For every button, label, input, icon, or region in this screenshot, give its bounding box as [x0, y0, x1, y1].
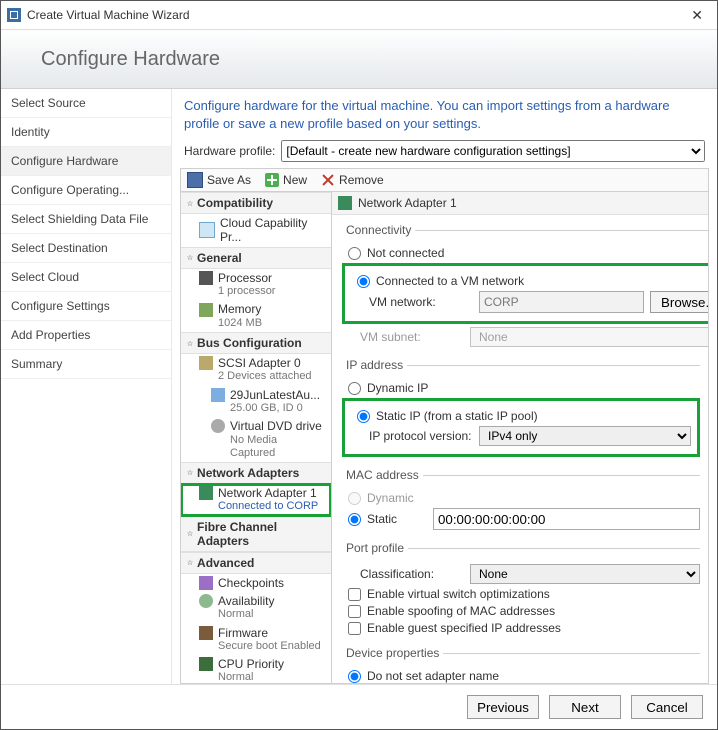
- tree-availability[interactable]: AvailabilityNormal: [181, 592, 331, 624]
- cpu-priority-icon: [199, 657, 213, 671]
- mac-field[interactable]: [433, 508, 700, 530]
- tree-checkpoints[interactable]: Checkpoints: [181, 574, 331, 592]
- detail-header: Network Adapter 1: [332, 192, 708, 215]
- vm-subnet-select: None: [470, 327, 708, 347]
- chk-vswitch-opt[interactable]: [348, 588, 361, 601]
- nic-icon: [199, 486, 213, 500]
- tree-cpu-priority[interactable]: CPU PriorityNormal: [181, 655, 331, 683]
- chk-mac-spoof[interactable]: [348, 605, 361, 618]
- section-network[interactable]: ☆Network Adapters: [181, 462, 331, 484]
- save-as-button[interactable]: Save As: [187, 172, 251, 188]
- cancel-button[interactable]: Cancel: [631, 695, 703, 719]
- app-icon: [7, 8, 21, 22]
- radio-not-connected[interactable]: [348, 247, 361, 260]
- close-icon[interactable]: ✕: [683, 5, 711, 26]
- tree-cloud-capability[interactable]: Cloud Capability Pr...: [181, 214, 331, 247]
- radio-no-adapter-name[interactable]: [348, 670, 361, 683]
- highlight-static-ip: Static IP (from a static IP pool) IP pro…: [342, 398, 700, 457]
- window-title: Create Virtual Machine Wizard: [27, 8, 190, 22]
- step-select-source[interactable]: Select Source: [1, 89, 171, 118]
- tree-scsi[interactable]: SCSI Adapter 02 Devices attached: [181, 354, 331, 386]
- firmware-icon: [199, 626, 213, 640]
- step-configure-settings[interactable]: Configure Settings: [1, 292, 171, 321]
- highlight-connected: Connected to a VM network VM network: Br…: [342, 263, 708, 324]
- step-add-properties[interactable]: Add Properties: [1, 321, 171, 350]
- chk-guest-ip[interactable]: [348, 622, 361, 635]
- section-fc[interactable]: ☆Fibre Channel Adapters: [181, 516, 331, 552]
- tree-processor[interactable]: Processor1 processor: [181, 269, 331, 301]
- dvd-icon: [211, 419, 225, 433]
- radio-static-ip[interactable]: [357, 410, 370, 423]
- radio-mac-static[interactable]: [348, 513, 361, 526]
- browse-button[interactable]: Browse...: [650, 291, 708, 313]
- section-compatibility[interactable]: ☆Compatibility: [181, 192, 331, 214]
- previous-button[interactable]: Previous: [467, 695, 539, 719]
- next-button[interactable]: Next: [549, 695, 621, 719]
- availability-icon: [199, 594, 213, 608]
- group-mac: MAC address Dynamic Static: [342, 468, 700, 533]
- nic-icon: [338, 196, 352, 210]
- steps-sidebar: Select SourceIdentityConfigure HardwareC…: [1, 89, 172, 684]
- section-advanced[interactable]: ☆Advanced: [181, 552, 331, 574]
- step-select-destination[interactable]: Select Destination: [1, 234, 171, 263]
- vm-network-field: [479, 291, 644, 313]
- checkpoint-icon: [199, 576, 213, 590]
- tree-disk[interactable]: 29JunLatestAu...25.00 GB, ID 0: [181, 386, 331, 418]
- new-button[interactable]: New: [265, 173, 307, 187]
- step-configure-hardware[interactable]: Configure Hardware: [1, 147, 171, 176]
- step-summary[interactable]: Summary: [1, 350, 171, 379]
- step-configure-operating-[interactable]: Configure Operating...: [1, 176, 171, 205]
- radio-mac-dynamic: [348, 492, 361, 505]
- plus-icon: [265, 173, 279, 187]
- banner: Configure Hardware: [1, 30, 717, 89]
- radio-dynamic-ip[interactable]: [348, 382, 361, 395]
- titlebar: Create Virtual Machine Wizard ✕: [1, 1, 717, 30]
- memory-icon: [199, 303, 213, 317]
- delete-icon: [321, 173, 335, 187]
- detail-pane: Network Adapter 1 Connectivity Not conne…: [332, 192, 708, 683]
- page-title: Configure Hardware: [41, 48, 220, 71]
- tree-memory[interactable]: Memory1024 MB: [181, 300, 331, 332]
- cloud-icon: [199, 222, 215, 238]
- scsi-icon: [199, 356, 213, 370]
- hardware-tree: ☆Compatibility Cloud Capability Pr... ☆G…: [181, 192, 332, 683]
- radio-connected[interactable]: [357, 275, 370, 288]
- tree-dvd[interactable]: Virtual DVD driveNo Media Captured: [181, 417, 331, 462]
- save-icon: [187, 172, 203, 188]
- section-bus[interactable]: ☆Bus Configuration: [181, 332, 331, 354]
- toolbar: Save As New Remove: [180, 168, 709, 191]
- intro-text: Configure hardware for the virtual machi…: [184, 97, 705, 132]
- group-ip: IP address Dynamic IP Static IP (from a …: [342, 358, 700, 460]
- ip-protocol-select[interactable]: IPv4 only: [479, 426, 691, 446]
- group-connectivity: Connectivity Not connected Connected to …: [342, 223, 708, 350]
- hardware-profile-label: Hardware profile:: [184, 144, 275, 158]
- wizard-buttons: Previous Next Cancel: [1, 684, 717, 729]
- step-select-cloud[interactable]: Select Cloud: [1, 263, 171, 292]
- group-device: Device properties Do not set adapter nam…: [342, 646, 700, 683]
- remove-button[interactable]: Remove: [321, 173, 384, 187]
- hardware-profile-select[interactable]: [Default - create new hardware configura…: [281, 140, 705, 162]
- tree-nic1[interactable]: Network Adapter 1Connected to CORP: [181, 484, 331, 516]
- wizard-window: Create Virtual Machine Wizard ✕ Configur…: [0, 0, 718, 730]
- disk-icon: [211, 388, 225, 402]
- cpu-icon: [199, 271, 213, 285]
- step-select-shielding-data-file[interactable]: Select Shielding Data File: [1, 205, 171, 234]
- classification-select[interactable]: None: [470, 564, 700, 584]
- section-general[interactable]: ☆General: [181, 247, 331, 269]
- group-port: Port profile Classification: None Enable…: [342, 541, 700, 638]
- tree-firmware[interactable]: FirmwareSecure boot Enabled: [181, 624, 331, 656]
- step-identity[interactable]: Identity: [1, 118, 171, 147]
